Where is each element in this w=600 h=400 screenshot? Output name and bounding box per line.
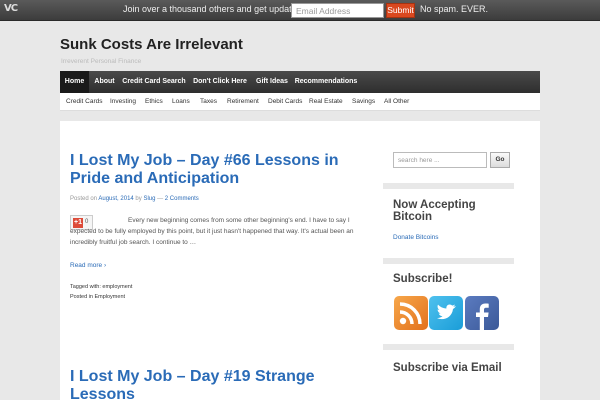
comments-link[interactable]: 2 Comments xyxy=(165,196,199,202)
facebook-icon[interactable] xyxy=(465,296,499,330)
nav-about[interactable]: About xyxy=(90,71,119,93)
tagged-label: Tagged with: xyxy=(70,284,101,290)
cat-investing[interactable]: Investing xyxy=(110,93,136,111)
rss-icon[interactable] xyxy=(394,296,428,330)
no-spam-note: No spam. EVER. xyxy=(420,4,489,14)
submit-button[interactable]: Submit xyxy=(386,3,415,18)
main-nav: Home About Credit Card Search Don't Clic… xyxy=(60,71,540,93)
sidebar-divider xyxy=(383,183,514,189)
cat-real-estate[interactable]: Real Estate xyxy=(309,93,343,111)
site-tagline: Irreverent Personal Finance xyxy=(61,58,142,65)
donate-bitcoins-link[interactable]: Donate Bitcoins xyxy=(393,234,439,241)
read-more-link[interactable]: Read more › xyxy=(70,262,106,269)
site-logo-icon[interactable]: VC xyxy=(4,3,20,17)
sidebar-divider xyxy=(383,344,514,350)
cat-all-other[interactable]: All Other xyxy=(384,93,409,111)
post-meta: Posted on August, 2014 by Slug — 2 Comme… xyxy=(70,196,199,202)
email-subscribe-title: Subscribe via Email xyxy=(393,362,502,374)
cat-taxes[interactable]: Taxes xyxy=(200,93,217,111)
post-date-link[interactable]: August, 2014 xyxy=(98,196,133,202)
posted-on-label: Posted on xyxy=(70,196,98,202)
email-input[interactable] xyxy=(291,3,384,18)
nav-credit-card-search[interactable]: Credit Card Search xyxy=(120,71,188,93)
cat-credit-cards[interactable]: Credit Cards xyxy=(66,93,102,111)
post-tags: Tagged with: employment Posted in Employ… xyxy=(70,282,132,302)
meta-separator: — xyxy=(157,196,164,202)
nav-recommendations[interactable]: Recommendations xyxy=(294,71,358,93)
cat-retirement[interactable]: Retirement xyxy=(227,93,259,111)
category-link[interactable]: Employment xyxy=(94,294,125,300)
nav-dont-click-here[interactable]: Don't Click Here xyxy=(190,71,250,93)
twitter-icon[interactable] xyxy=(429,296,463,330)
nav-gift-ideas[interactable]: Gift Ideas xyxy=(252,71,292,93)
site-title[interactable]: Sunk Costs Are Irrelevant xyxy=(60,36,243,53)
cat-savings[interactable]: Savings xyxy=(352,93,375,111)
cat-ethics[interactable]: Ethics xyxy=(145,93,163,111)
post-title[interactable]: I Lost My Job – Day #19 Strange Lessons xyxy=(70,368,340,400)
cat-debit-cards[interactable]: Debit Cards xyxy=(268,93,302,111)
category-nav: Credit Cards Investing Ethics Loans Taxe… xyxy=(60,93,540,111)
optin-bar: VC Join over a thousand others and get u… xyxy=(0,0,600,21)
sidebar-divider xyxy=(383,258,514,264)
cat-loans[interactable]: Loans xyxy=(172,93,190,111)
bitcoin-widget-title: Now Accepting Bitcoin xyxy=(393,199,476,223)
post-excerpt: Every new beginning comes from some othe… xyxy=(70,215,370,248)
by-label: by xyxy=(135,196,142,202)
posted-in-label: Posted in xyxy=(70,294,93,300)
search-input[interactable] xyxy=(393,152,487,168)
post-title[interactable]: I Lost My Job – Day #66 Lessons in Pride… xyxy=(70,152,370,188)
search-go-button[interactable]: Go xyxy=(490,152,510,168)
nav-home[interactable]: Home xyxy=(60,71,89,93)
post-excerpt-text: Every new beginning comes from some othe… xyxy=(70,217,354,246)
author-link[interactable]: Slug xyxy=(143,196,155,202)
subscribe-widget-title: Subscribe! xyxy=(393,273,453,285)
tag-link[interactable]: employment xyxy=(102,284,132,290)
